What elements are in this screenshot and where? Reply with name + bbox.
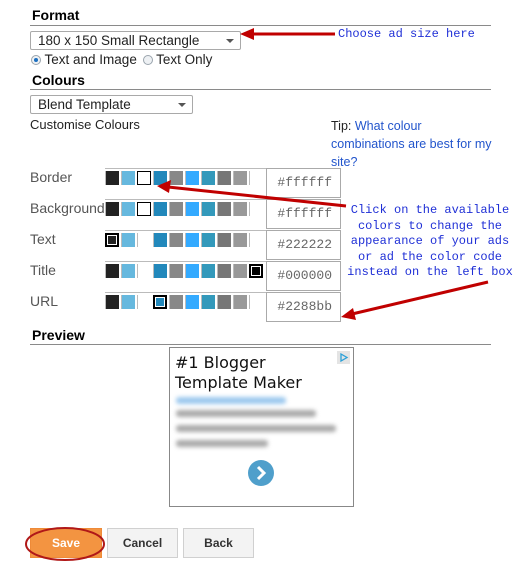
preview-heading: Preview <box>32 327 85 343</box>
adchoices-icon[interactable] <box>337 351 350 364</box>
ad-preview[interactable]: #1 Blogger Template Maker <box>169 347 354 507</box>
cancel-button[interactable]: Cancel <box>107 528 178 558</box>
ad-headline: #1 Blogger Template Maker <box>175 353 302 392</box>
ad-url-blurred <box>176 397 286 404</box>
colors-annotation: Click on the available colors to change … <box>347 203 513 279</box>
ad-text-blurred-1 <box>176 410 316 417</box>
arrow-size-note <box>240 28 335 40</box>
ad-text-blurred-3 <box>176 440 268 447</box>
chevron-right-circle-icon[interactable] <box>248 460 274 486</box>
size-annotation: Choose ad size here <box>338 27 475 41</box>
back-button[interactable]: Back <box>183 528 254 558</box>
ad-text-blurred-2 <box>176 425 336 432</box>
preview-divider <box>30 344 491 345</box>
arrow-hex-box <box>341 280 489 320</box>
save-highlight-circle <box>25 527 105 561</box>
arrow-swatch <box>157 180 347 208</box>
